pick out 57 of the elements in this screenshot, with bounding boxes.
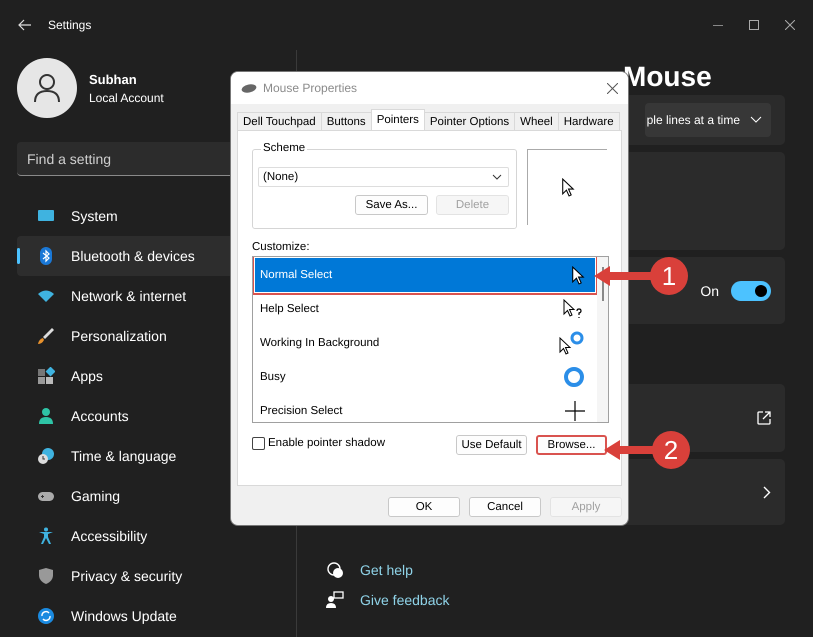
nav-item[interactable]: Gaming [17,476,290,516]
shield-icon [37,567,55,585]
group-label: Scheme [261,142,308,154]
busy-ring-icon [563,366,585,388]
toggle-label: On [700,282,719,298]
working-pointer-icon [559,331,585,355]
dialog-button[interactable]: OK [388,497,460,517]
chevron-down-icon [492,174,502,180]
dialog-title: Mouse Properties [263,81,358,95]
lines-dropdown[interactable]: ple lines at a time [644,103,771,137]
user-icon [33,73,61,103]
tab[interactable]: Dell Touchpad [237,112,322,130]
bluetooth-icon [37,247,55,265]
close-icon[interactable] [785,20,795,30]
help-link[interactable]: Get help [360,562,413,578]
brush-icon [37,327,55,345]
pointer-icon [571,266,585,284]
chevron-right-icon [763,486,771,498]
dialog-button[interactable]: Use Default [456,435,527,455]
minimize-icon[interactable] [713,24,723,26]
mouse-icon [241,84,257,92]
dialog-button[interactable]: Cancel [469,497,541,517]
close-icon[interactable] [607,82,618,94]
tab[interactable]: Pointer Options [424,112,516,130]
list-item[interactable]: Precision Select [255,394,595,422]
account-type: Local Account [89,90,164,104]
scheme-dropdown[interactable]: (None) [258,167,509,187]
list-item[interactable]: Working In Background [255,326,595,360]
dialog-button[interactable]: Browse... [536,435,607,455]
globe-clock-icon [37,447,55,465]
list-item[interactable]: Normal Select [255,258,595,292]
pointer-icon [560,178,574,197]
nav-item[interactable]: Privacy & security [17,556,290,596]
nav-item[interactable]: System [17,196,290,236]
nav-item[interactable]: Windows Update [17,596,290,636]
shadow-checkbox[interactable]: Enable pointer shadow [252,436,385,450]
maximize-icon[interactable] [749,20,759,30]
list-item[interactable]: Busy [255,360,595,394]
external-link-icon [757,411,771,425]
chevron-down-icon [750,116,762,124]
person-icon [37,407,55,425]
back-arrow-icon[interactable] [18,19,32,31]
user-name: Subhan [89,72,138,86]
accessibility-icon [37,527,55,545]
feedback-icon [326,591,344,609]
tab[interactable]: Pointers [370,109,425,130]
crosshair-icon [565,401,585,421]
apps-icon [37,367,55,385]
list-item[interactable]: Help Select [255,292,595,326]
tab[interactable]: Hardware [558,112,620,130]
toggle-switch[interactable] [731,280,771,300]
dialog-button[interactable]: Save As... [355,195,428,215]
scrollbar[interactable] [597,257,608,422]
window-title: Settings [48,18,92,32]
help-link[interactable]: Give feedback [360,592,450,608]
update-icon [37,607,55,625]
nav-item[interactable]: Accessibility [17,516,290,556]
